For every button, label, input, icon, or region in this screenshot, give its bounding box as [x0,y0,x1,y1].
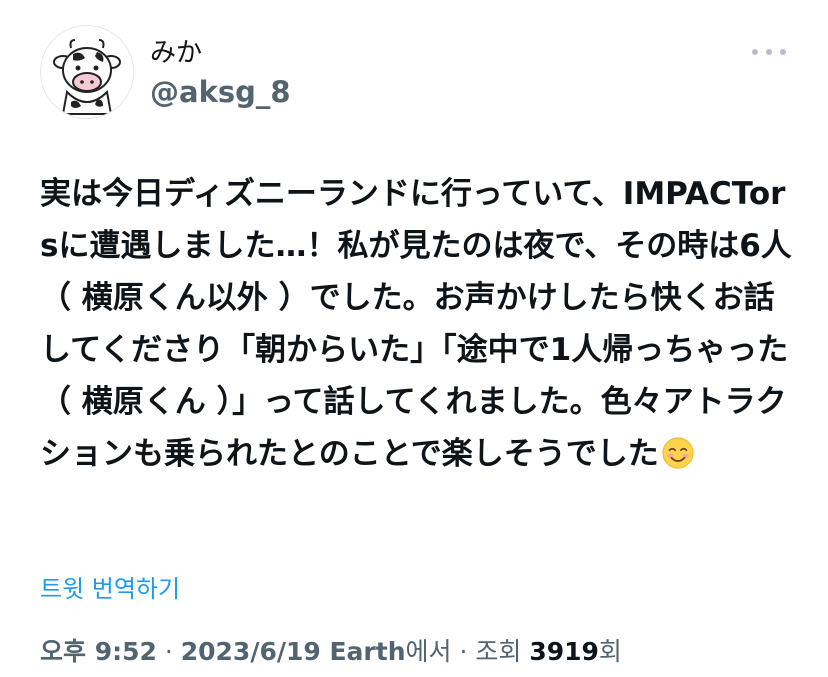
display-name[interactable]: みか [150,40,202,66]
avatar[interactable] [40,25,134,119]
views-suffix: 회 [598,637,622,666]
dot-icon [780,49,786,55]
smiling-face-icon [662,437,694,469]
translate-tweet-link[interactable]: 트윗 번역하기 [40,569,180,604]
cow-avatar-icon [41,26,133,118]
separator: · [451,637,476,666]
dot-icon [752,49,758,55]
tweet-body: 実は今日ディズニーランドに行っていて、IMPACTorsに遭遇しました…！私が見… [40,176,792,472]
tweet-date[interactable]: 2023/6/19 [181,637,321,666]
tweet-meta: 오후 9:52 · 2023/6/19 Earth에서 · 조회 3919회 [40,632,622,668]
views-count[interactable]: 3919 [529,637,599,666]
tweet-text: 実は今日ディズニーランドに行っていて、IMPACTorsに遭遇しました…！私が見… [40,168,800,480]
user-handle[interactable]: @aksg_8 [150,78,291,107]
dot-icon [766,49,772,55]
separator: · [156,637,181,666]
tweet-source-suffix: 에서 [405,637,452,666]
more-options-icon[interactable] [752,45,786,59]
tweet-time[interactable]: 오후 9:52 [40,637,157,666]
tweet-source[interactable]: Earth [321,637,405,666]
views-label: 조회 [475,637,530,666]
